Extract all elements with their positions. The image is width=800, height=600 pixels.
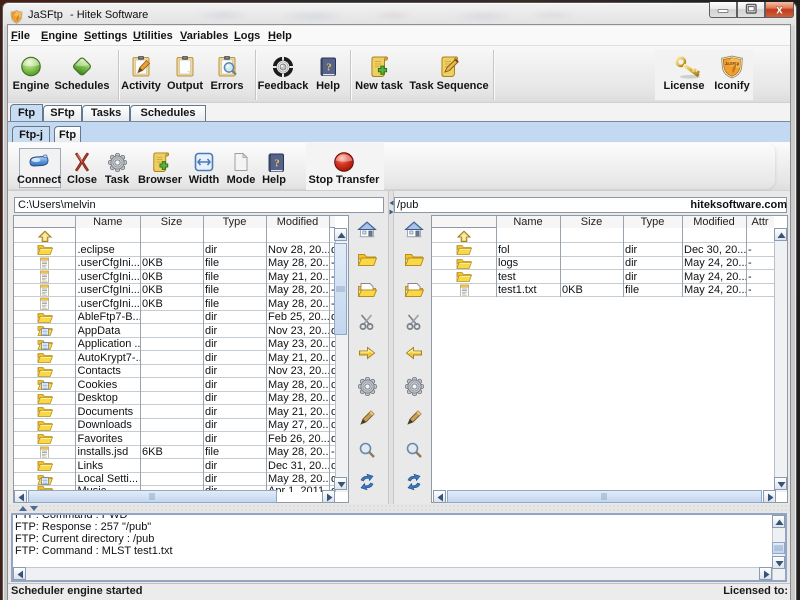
svg-text:x: x	[776, 3, 783, 17]
svg-text:?: ?	[274, 158, 280, 170]
svg-text:JaSFtp: JaSFtp	[725, 61, 740, 66]
svg-text:?: ?	[326, 62, 332, 74]
